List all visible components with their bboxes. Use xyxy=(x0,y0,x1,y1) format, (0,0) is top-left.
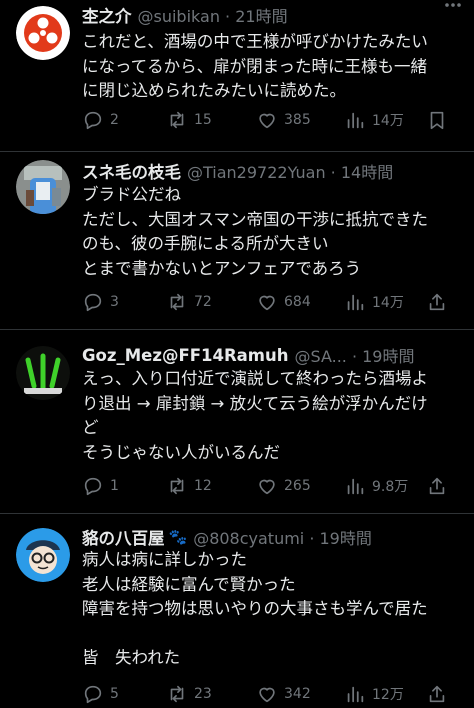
avatar[interactable] xyxy=(16,346,70,400)
share-icon xyxy=(429,293,445,311)
retweet-button[interactable]: 15 xyxy=(166,106,212,134)
tweet-text: えっ、入り口付近で演説して終わったら酒場よ り退出 → 扉封鎖 → 放火て云う絵… xyxy=(82,367,464,465)
views-button[interactable]: 9.8万 xyxy=(344,472,408,500)
share-icon xyxy=(429,685,445,703)
display-name[interactable]: 貉の八百屋 xyxy=(82,525,165,549)
handle-and-time[interactable]: @SA... · 19時間 xyxy=(294,343,414,367)
like-count: 385 xyxy=(284,112,311,128)
views-count: 9.8万 xyxy=(372,479,409,495)
bookmark-icon xyxy=(430,111,444,130)
retweet-button[interactable]: 72 xyxy=(166,288,212,316)
share-icon xyxy=(429,477,445,495)
tweet-3[interactable]: Goz_Mez@FF14Ramuh @SA... · 19時間 えっ、入り口付近… xyxy=(0,330,474,514)
tweet-text-line: これだと、酒場の中で王様が呼びかけたみたい xyxy=(82,32,428,51)
retweet-icon xyxy=(170,477,184,495)
reply-icon xyxy=(84,477,102,496)
bookmark-button[interactable] xyxy=(426,106,448,134)
retweet-icon xyxy=(170,293,184,311)
retweet-button[interactable]: 12 xyxy=(166,472,212,500)
heart-icon xyxy=(259,113,275,129)
like-button[interactable]: 684 xyxy=(256,288,311,316)
tweet-text-line: ただし、大国オスマン帝国の干渉に抵抗できた xyxy=(82,209,429,229)
reply-button[interactable]: 3 xyxy=(82,288,119,316)
retweet-count: 72 xyxy=(194,294,212,310)
action-bar: 5 23 342 12万 xyxy=(82,680,462,708)
display-name[interactable]: Goz_Mez@FF14Ramuh xyxy=(82,346,288,365)
tweet-1[interactable]: 杢之介 @suibikan · 21時間 これだと、酒場の中で王様が呼びかけたみ… xyxy=(0,0,474,152)
views-button[interactable]: 12万 xyxy=(344,680,404,708)
tweet-2[interactable]: スネ毛の枝毛 @Tian29722Yuan · 14時間 ブラド公だね ただし、… xyxy=(0,152,474,330)
paw-badge-icon: 🐾 xyxy=(168,528,188,546)
retweet-icon xyxy=(170,111,184,129)
heart-icon xyxy=(259,295,275,311)
share-button[interactable] xyxy=(426,288,448,316)
tweet-text-line: り退出 → 扉封鎖 → 放火て云う絵が浮かんだけ xyxy=(82,393,428,413)
like-count: 684 xyxy=(284,294,311,310)
retweet-count: 12 xyxy=(194,478,212,494)
like-button[interactable]: 265 xyxy=(256,472,311,500)
views-chart-icon xyxy=(347,112,364,129)
more-options-icon[interactable] xyxy=(442,2,464,12)
action-bar: 2 15 385 14万 xyxy=(82,106,462,134)
reply-count: 2 xyxy=(110,112,119,128)
views-count: 12万 xyxy=(372,687,404,703)
views-button[interactable]: 14万 xyxy=(344,288,404,316)
tweet-text-line: になってるから、扉が閉まった時に王様も一緒 xyxy=(82,56,428,76)
tweet-text-line: えっ、入り口付近で演説して終わったら酒場よ xyxy=(82,369,429,388)
tweet-text-line: そうじゃない人がいるんだ xyxy=(82,442,280,462)
heart-icon xyxy=(259,687,275,703)
tweet-text-line: 老人は経験に富んで賢かった xyxy=(82,574,296,594)
tweet-text: ブラド公だね ただし、大国オスマン帝国の干渉に抵抗できた のも、彼の手腕による所… xyxy=(82,183,464,281)
avatar[interactable] xyxy=(16,528,70,582)
reply-count: 5 xyxy=(110,686,119,702)
avatar[interactable] xyxy=(16,6,70,60)
tweet-text-line: とまで書かないとアンフェアであろう xyxy=(82,258,362,278)
action-bar: 3 72 684 14万 xyxy=(82,288,462,316)
display-name[interactable]: 杢之介 xyxy=(82,3,132,27)
reply-icon xyxy=(84,111,102,130)
views-chart-icon xyxy=(347,294,364,311)
reply-icon xyxy=(84,685,102,704)
retweet-count: 23 xyxy=(194,686,212,702)
tweet-text-line xyxy=(82,622,464,647)
reply-icon xyxy=(84,293,102,312)
like-button[interactable]: 385 xyxy=(256,106,311,134)
handle-and-time[interactable]: @Tian29722Yuan · 14時間 xyxy=(187,159,393,183)
tweet-text: 病人は病に詳しかった 老人は経験に富んで賢かった 障害を持つ物は思いやりの大事さ… xyxy=(82,548,464,671)
reply-count: 3 xyxy=(110,294,119,310)
tweet-4[interactable]: 貉の八百屋 🐾 @808cyatumi · 19時間 病人は病に詳しかった 老人… xyxy=(0,514,474,704)
views-button[interactable]: 14万 xyxy=(344,106,404,134)
display-name[interactable]: スネ毛の枝毛 xyxy=(82,159,181,183)
tweet-text: これだと、酒場の中で王様が呼びかけたみたい になってるから、扉が閉まった時に王様… xyxy=(82,30,464,104)
action-bar: 1 12 265 9.8万 xyxy=(82,472,462,500)
tweet-text-line: のも、彼の手腕による所が大きい xyxy=(82,234,329,253)
tweet-text-line: 病人は病に詳しかった xyxy=(82,550,247,569)
views-chart-icon xyxy=(347,686,364,703)
share-button[interactable] xyxy=(426,472,448,500)
tweet-text-line: 皆 失われた xyxy=(82,648,181,667)
tweet-text-line: ど xyxy=(82,418,99,437)
retweet-count: 15 xyxy=(194,112,212,128)
like-count: 342 xyxy=(284,686,311,702)
avatar[interactable] xyxy=(16,160,70,214)
retweet-button[interactable]: 23 xyxy=(166,680,212,708)
reply-count: 1 xyxy=(110,478,119,494)
share-button[interactable] xyxy=(426,680,448,708)
reply-button[interactable]: 5 xyxy=(82,680,119,708)
views-chart-icon xyxy=(347,478,364,495)
views-count: 14万 xyxy=(372,113,404,129)
like-count: 265 xyxy=(284,478,311,494)
tweet-text-line: ブラド公だね xyxy=(82,185,181,204)
tweet-text-line: に閉じ込められたみたいに読めた。 xyxy=(82,81,346,100)
reply-button[interactable]: 1 xyxy=(82,472,119,500)
handle-and-time[interactable]: @808cyatumi · 19時間 xyxy=(193,525,372,549)
like-button[interactable]: 342 xyxy=(256,680,311,708)
heart-icon xyxy=(259,479,275,495)
handle-and-time[interactable]: @suibikan · 21時間 xyxy=(138,3,288,27)
views-count: 14万 xyxy=(372,295,404,311)
retweet-icon xyxy=(170,685,184,703)
tweet-text-line: 障害を持つ物は思いやりの大事さも学んで居た xyxy=(82,599,428,618)
reply-button[interactable]: 2 xyxy=(82,106,119,134)
